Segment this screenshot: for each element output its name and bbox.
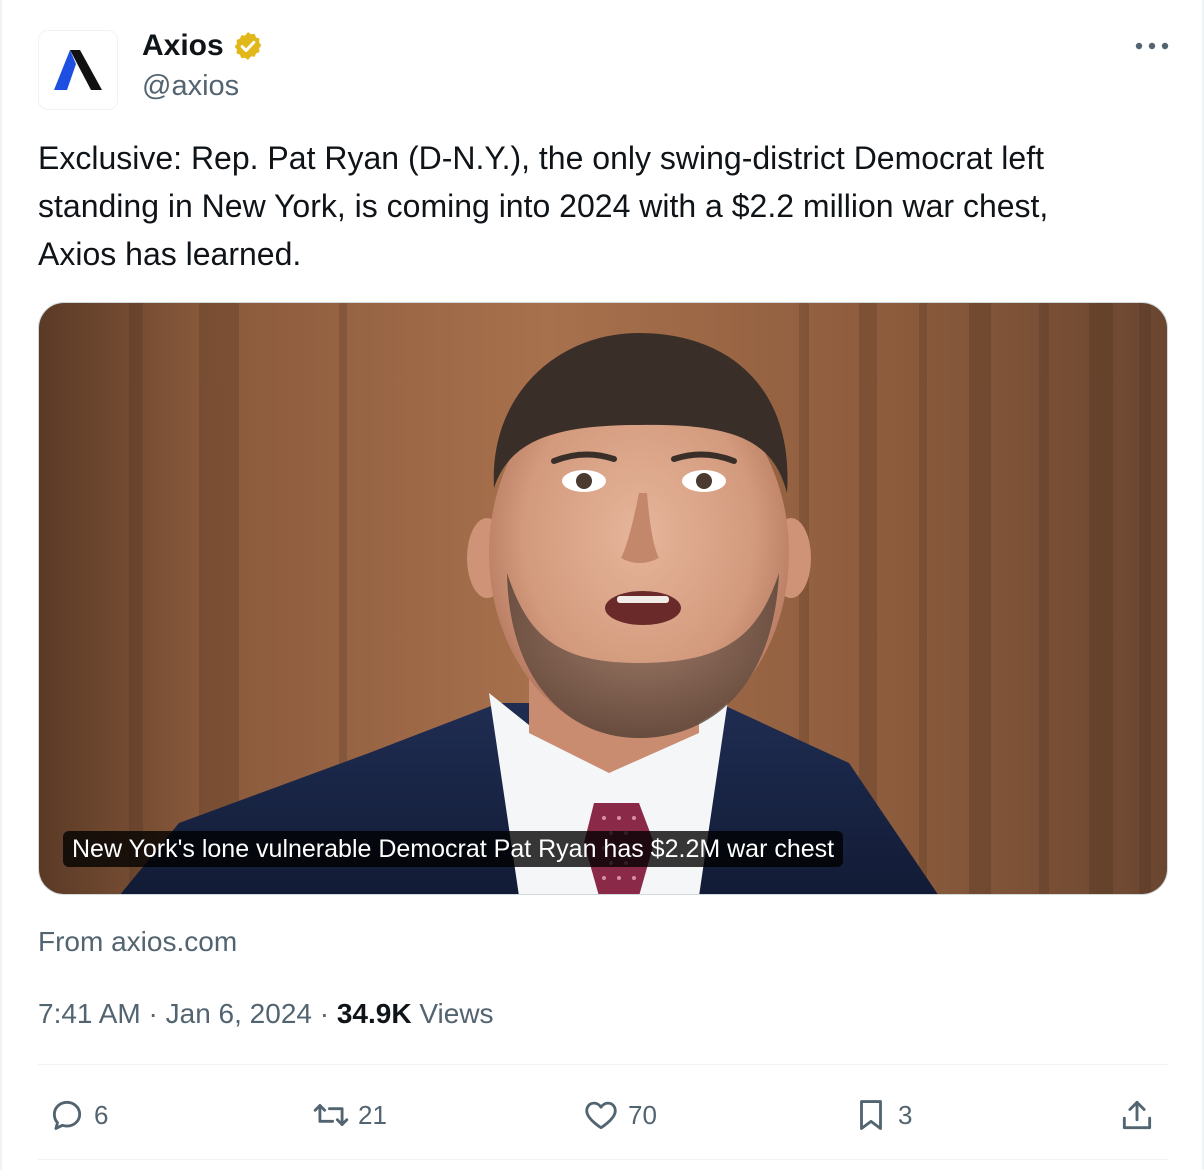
reply-icon [52,1100,82,1130]
link-source[interactable]: From axios.com [38,924,237,960]
more-icon [1135,42,1169,50]
portrait-photo [39,303,1167,894]
account-display-name[interactable]: Axios [142,28,264,64]
bookmark-count: 3 [898,1099,913,1130]
divider [38,1159,1168,1160]
bookmark-icon [860,1100,882,1130]
repost-icon [313,1104,349,1126]
reply-count: 6 [94,1099,109,1130]
tweet-text: Exclusive: Rep. Pat Ryan (D-N.Y.), the o… [38,140,1049,272]
avatar[interactable] [38,30,118,110]
account-name-text[interactable]: Axios [142,28,224,64]
reply-button[interactable]: 6 [48,1090,108,1140]
tweet-date[interactable]: Jan 6, 2024 [166,998,312,1029]
meta-separator: · [319,998,330,1029]
verified-badge-icon[interactable] [232,30,264,62]
tweet-card: Axios @axios Exclusive: Rep. Pat Ryan (D… [0,0,1204,1170]
more-options-button[interactable] [1132,34,1172,58]
axios-logo-icon [54,50,102,90]
meta-separator: · [148,998,158,1029]
share-button[interactable] [1118,1090,1156,1140]
share-icon [1122,1100,1152,1130]
media-caption: New York's lone vulnerable Democrat Pat … [63,831,844,867]
like-icon [585,1101,617,1130]
bookmark-button[interactable]: 3 [852,1090,912,1140]
like-button[interactable]: 70 [582,1090,657,1140]
tweet-meta: 7:41 AM · Jan 6, 2024 · 34.9K Views [38,996,494,1032]
repost-button[interactable]: 21 [312,1090,387,1140]
views-count[interactable]: 34.9K [337,998,412,1029]
repost-count: 21 [358,1099,387,1130]
link-card-image[interactable]: New York's lone vulnerable Democrat Pat … [38,302,1168,895]
views-label: Views [419,998,494,1029]
like-count: 70 [628,1099,657,1130]
action-bar: 6 21 70 3 [2,1090,1204,1140]
divider [38,1064,1168,1065]
tweet-time[interactable]: 7:41 AM [38,998,141,1029]
account-handle[interactable]: @axios [142,68,239,104]
